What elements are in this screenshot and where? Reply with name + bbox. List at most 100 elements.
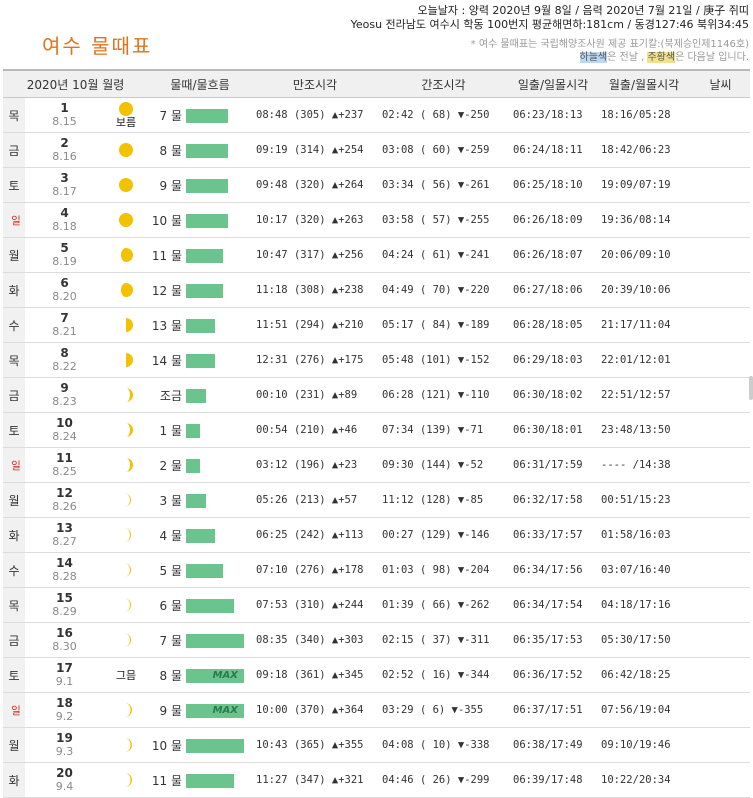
solar-day: 1 (60, 101, 69, 115)
tide-cell: 8 물 (148, 132, 253, 168)
weekday: 목 (3, 342, 25, 378)
tide-table: 2020년 10월 월령 물때/물흐름 만조시각 간조시각 일출/일몰시각 월출… (3, 69, 751, 798)
tide-cell: 14 물 (148, 342, 253, 378)
moonrise-moonset: 10:22/20:34 (597, 762, 692, 798)
moon-phase-icon (121, 283, 133, 297)
table-row: 목 8 8.22 14 물 12:31 (276) ▲+175 05:48 (101) ▼… (3, 342, 751, 378)
high-tide-cell: 00:54 (210) ▲+46 (252, 412, 379, 448)
tide-cell: 8 물 MAX (148, 657, 253, 693)
table-row: 토 10 8.24 1 물 00:54 (210) ▲+46 07:34 (139) ▼-… (3, 412, 751, 448)
moon-phase-icon (126, 388, 133, 402)
moon-phase-cell (104, 447, 149, 483)
source-note-line: * 여수 물때표는 국립해양조사원 제공 표기칼:(북제승인제1146호) (470, 39, 749, 50)
high-tide-cell: 03:12 (196) ▲+23 (252, 447, 379, 483)
moon-phase-icon (126, 353, 133, 367)
tide-cell: 3 물 (148, 482, 253, 518)
date-cell: 9 8.23 (25, 377, 104, 413)
date-cell: 3 8.17 (25, 167, 104, 203)
col-sunrise-sunset: 일출/일몰시각 (509, 69, 598, 98)
tide-strength-bar (186, 389, 207, 403)
moonrise-moonset: 22:01/12:01 (597, 342, 692, 378)
weather-cell (691, 272, 751, 308)
lunar-date: 8.20 (52, 290, 77, 303)
high-tide-cell: 05:26 (213) ▲+57 (252, 482, 379, 518)
table-row: 일 4 8.18 10 물 10:17 (320) ▲+263 03:58 ( 57) ▼… (3, 202, 751, 238)
tide-strength-bar (186, 354, 216, 368)
moon-phase-cell: 보름 (104, 97, 149, 133)
high-tide-cell: 07:10 (276) ▲+178 (252, 552, 379, 588)
tide-cell: 4 물 (148, 517, 253, 553)
lunar-date: 8.30 (52, 640, 77, 653)
scrollbar-thumb[interactable] (749, 376, 753, 400)
tide-cell: 7 물 (148, 97, 253, 133)
tide-cell: 2 물 (148, 447, 253, 483)
table-row: 수 14 8.28 5 물 07:10 (276) ▲+178 01:03 ( 98) ▼… (3, 552, 751, 588)
table-row: 일 11 8.25 2 물 03:12 (196) ▲+23 09:30 (144) ▼-… (3, 447, 751, 483)
high-tide-cell: 08:48 (305) ▲+237 (252, 97, 379, 133)
moon-phase-cell (104, 762, 149, 798)
sunrise-sunset: 06:26/18:09 (509, 202, 598, 238)
weather-cell (691, 622, 751, 658)
tide-cell: 9 물 MAX (148, 692, 253, 728)
max-label: MAX (212, 705, 239, 716)
moon-phase-icon (119, 178, 133, 192)
tide-strength-bar (186, 529, 216, 543)
tide-name: 11 물 (151, 248, 183, 263)
weekday: 월 (3, 727, 25, 763)
solar-day: 2 (60, 136, 69, 150)
lunar-date: 8.24 (52, 430, 77, 443)
tide-strength-bar (186, 214, 229, 228)
sunrise-sunset: 06:34/17:56 (509, 552, 598, 588)
moon-phase-cell (104, 517, 149, 553)
legend-note-line: 하늘색은 전날 , 주황색은 다음날 입니다. (471, 51, 749, 64)
moonrise-moonset: 18:16/05:28 (597, 97, 692, 133)
moon-phase-cell (104, 727, 149, 763)
moonrise-moonset: 18:42/06:23 (597, 132, 692, 168)
weekday: 월 (3, 482, 25, 518)
tide-strength-bar (186, 774, 235, 788)
solar-day: 14 (56, 556, 73, 570)
low-tide-cell: 11:12 (128) ▼-85 (378, 482, 510, 518)
tide-strength-bar (186, 284, 224, 298)
low-tide-cell: 05:48 (101) ▼-152 (378, 342, 510, 378)
sunrise-sunset: 06:35/17:53 (509, 622, 598, 658)
moon-phase-cell (104, 132, 149, 168)
solar-day: 3 (60, 171, 69, 185)
sunrise-sunset: 06:30/18:02 (509, 377, 598, 413)
weekday: 월 (3, 237, 25, 273)
lunar-date: 8.16 (52, 150, 77, 163)
moon-phase-cell (104, 412, 149, 448)
weather-cell (691, 132, 751, 168)
weekday: 토 (3, 167, 25, 203)
moon-phase-icon (119, 102, 133, 116)
low-tide-cell: 03:08 ( 60) ▼-259 (378, 132, 510, 168)
moonrise-moonset: 19:09/07:19 (597, 167, 692, 203)
moon-phase-icon (124, 528, 131, 542)
lunar-date: 8.25 (52, 465, 77, 478)
solar-day: 9 (60, 381, 69, 395)
low-tide-cell: 02:15 ( 37) ▼-311 (378, 622, 510, 658)
tide-strength-bar (186, 249, 224, 263)
moon-phase-icon (119, 143, 133, 157)
date-cell: 7 8.21 (25, 307, 104, 343)
lunar-date: 9.3 (55, 745, 74, 758)
solar-day: 19 (56, 731, 73, 745)
weather-cell (691, 517, 751, 553)
low-tide-cell: 09:30 (144) ▼-52 (378, 447, 510, 483)
moonrise-moonset: 19:36/08:14 (597, 202, 692, 238)
table-row: 토 3 8.17 9 물 09:48 (320) ▲+264 03:34 ( 56) ▼-… (3, 167, 751, 203)
moonrise-moonset: 05:30/17:50 (597, 622, 692, 658)
solar-day: 15 (56, 591, 73, 605)
table-row: 화 13 8.27 4 물 06:25 (242) ▲+113 00:27 (129) ▼… (3, 517, 751, 553)
high-tide-cell: 10:43 (365) ▲+355 (252, 727, 379, 763)
lunar-date: 8.23 (52, 395, 77, 408)
date-cell: 19 9.3 (25, 727, 104, 763)
lunar-date: 8.22 (52, 360, 77, 373)
tide-strength-bar (186, 494, 207, 508)
moon-phase-icon (121, 248, 133, 262)
max-label: MAX (212, 670, 239, 681)
weekday: 목 (3, 587, 25, 623)
solar-day: 12 (56, 486, 73, 500)
table-row: 화 6 8.20 12 물 11:18 (308) ▲+238 04:49 ( 70) ▼… (3, 272, 751, 308)
tide-name: 5 물 (159, 563, 183, 578)
